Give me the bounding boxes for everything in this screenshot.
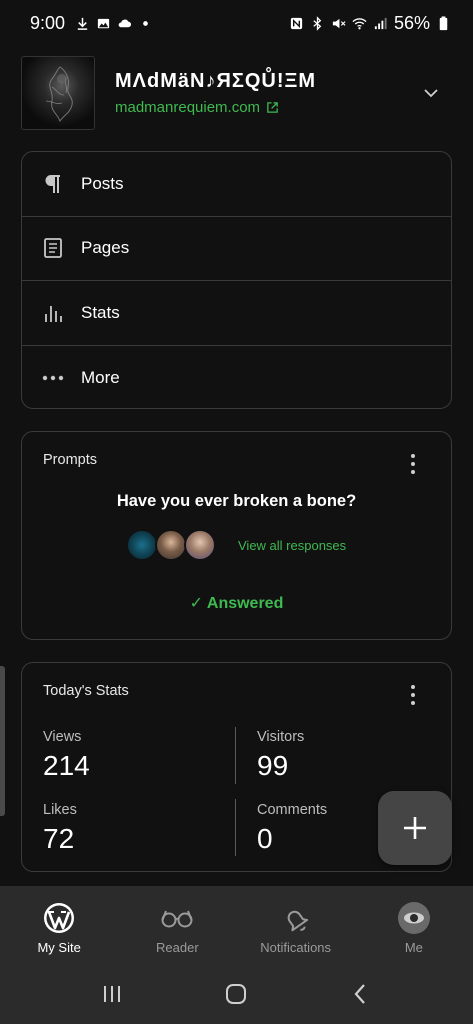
prompts-card: Prompts Have you ever broken a bone? Vie…	[21, 431, 452, 640]
stat-likes-label: Likes	[43, 802, 77, 818]
stat-views-label: Views	[43, 729, 82, 745]
menu-item-more[interactable]: More	[22, 346, 451, 409]
stat-views: Views 214	[43, 729, 90, 782]
status-right-icons: 56%	[289, 13, 451, 34]
tab-me[interactable]: Me	[355, 886, 473, 964]
home-button[interactable]	[216, 974, 256, 1014]
responder-avatar	[126, 529, 158, 561]
plus-icon	[404, 817, 426, 839]
tab-notifications[interactable]: Notifications	[237, 886, 355, 964]
responders-row[interactable]: View all responses	[126, 529, 346, 561]
tab-reader[interactable]: Reader	[118, 886, 236, 964]
battery-icon	[436, 15, 451, 31]
more-icon	[42, 367, 64, 389]
menu-item-stats[interactable]: Stats	[22, 281, 451, 346]
prompt-question: Have you ever broken a bone?	[116, 492, 357, 510]
tab-label-my-site: My Site	[37, 940, 81, 955]
stat-visitors-label: Visitors	[257, 729, 305, 745]
responder-avatar	[155, 529, 187, 561]
prompts-title: Prompts	[43, 452, 97, 468]
back-button[interactable]	[341, 974, 381, 1014]
menu-label-stats: Stats	[81, 302, 120, 322]
paragraph-icon	[42, 173, 64, 195]
cloud-icon	[117, 16, 132, 31]
site-menu-card: Posts Pages Stats More	[21, 151, 452, 409]
stat-visitors-value: 99	[257, 750, 289, 781]
tab-my-site[interactable]: My Site	[0, 886, 118, 964]
tab-label-reader: Reader	[156, 940, 199, 955]
signal-icon	[373, 16, 388, 31]
answered-status: ✓ Answered	[189, 595, 284, 612]
menu-label-posts: Posts	[81, 173, 124, 193]
status-time: 9:00	[30, 12, 66, 33]
stat-likes-value: 72	[43, 823, 75, 854]
bottom-tab-bar: My Site Reader Notifications Me	[0, 886, 473, 964]
stat-divider	[235, 799, 236, 856]
stats-icon	[42, 302, 64, 324]
stat-visitors: Visitors 99	[257, 729, 304, 782]
site-title: MΛdMäN♪ЯΣQŮ!ΞM	[115, 70, 317, 92]
tab-label-me: Me	[404, 940, 423, 955]
menu-label-pages: Pages	[81, 238, 130, 258]
menu-item-pages[interactable]: Pages	[22, 217, 451, 281]
chevron-down-icon[interactable]	[420, 82, 442, 104]
tab-label-notifications: Notifications	[260, 940, 332, 955]
recent-apps-icon	[104, 986, 121, 1002]
stat-comments-label: Comments	[257, 802, 328, 818]
nfc-icon	[289, 16, 304, 31]
stat-divider	[235, 727, 236, 784]
site-info: MΛdMäN♪ЯΣQŮ!ΞM madmanrequiem.com	[115, 70, 316, 116]
edge-panel-handle[interactable]	[0, 666, 5, 816]
bluetooth-icon	[310, 15, 325, 31]
create-button[interactable]	[378, 791, 452, 865]
home-icon	[226, 984, 247, 1004]
download-icon	[75, 16, 90, 31]
stat-comments-value: 0	[257, 823, 273, 854]
image-icon	[96, 16, 111, 31]
mute-icon	[331, 16, 346, 31]
dot-icon	[138, 16, 153, 31]
stat-views-value: 214	[43, 750, 90, 781]
back-icon	[354, 984, 365, 1004]
system-navigation-bar	[0, 964, 473, 1024]
stats-title: Today's Stats	[43, 683, 129, 699]
site-url-link[interactable]: madmanrequiem.com	[115, 99, 316, 116]
wifi-icon	[352, 16, 367, 31]
view-all-responses-link[interactable]: View all responses	[238, 538, 346, 553]
status-left-icons	[75, 16, 153, 31]
status-bar: 9:00 56%	[0, 0, 473, 46]
responder-avatar	[184, 529, 216, 561]
stat-comments: Comments 0	[257, 802, 327, 855]
stats-options-icon[interactable]	[403, 683, 423, 707]
glasses-icon	[159, 900, 195, 936]
page-icon	[42, 237, 64, 259]
menu-item-posts[interactable]: Posts	[22, 152, 451, 217]
menu-label-more: More	[81, 367, 120, 387]
site-header[interactable]: MΛdMäN♪ЯΣQŮ!ΞM madmanrequiem.com	[21, 56, 452, 130]
prompts-options-icon[interactable]	[403, 452, 423, 476]
stat-likes: Likes 72	[43, 802, 77, 855]
external-link-icon	[267, 102, 278, 113]
profile-avatar	[396, 900, 432, 936]
battery-percent: 56%	[393, 12, 430, 33]
bell-icon	[278, 900, 314, 936]
wordpress-icon	[41, 900, 77, 936]
site-icon[interactable]	[21, 56, 95, 130]
site-url[interactable]: madmanrequiem.com	[115, 99, 260, 116]
recent-apps-button[interactable]	[92, 974, 132, 1014]
